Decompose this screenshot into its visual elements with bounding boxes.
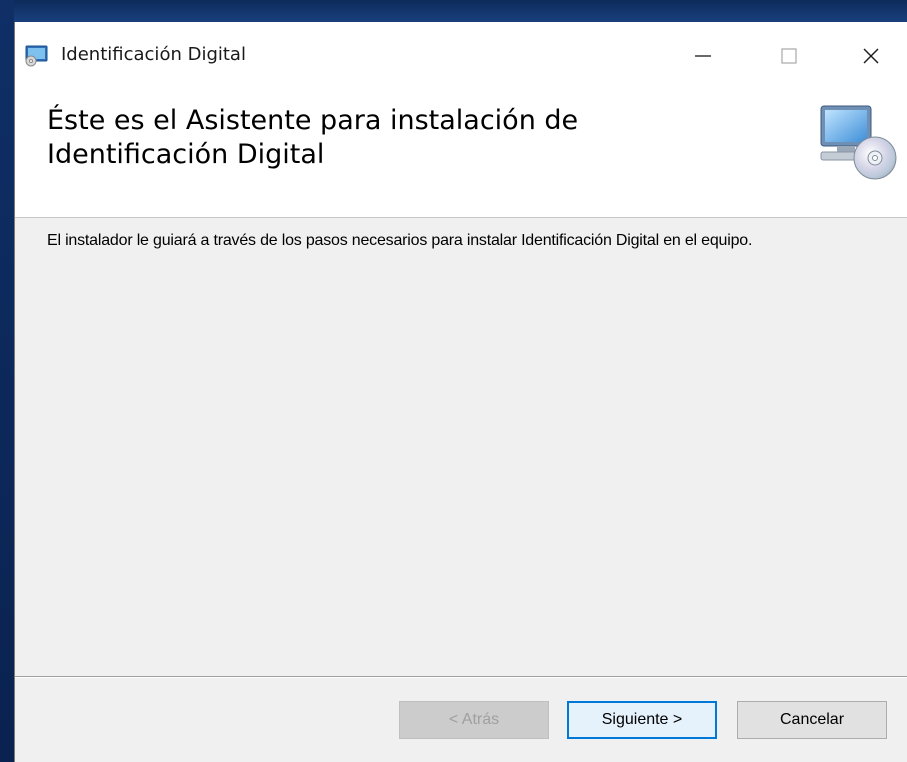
installer-app-icon	[25, 43, 49, 67]
maximize-button[interactable]	[761, 34, 817, 78]
close-icon	[863, 48, 879, 64]
cancel-button[interactable]: Cancelar	[737, 701, 887, 739]
maximize-icon	[781, 48, 797, 64]
desktop-background-left	[0, 0, 14, 762]
computer-cd-icon	[815, 100, 897, 182]
title-bar[interactable]: Identificación Digital	[15, 22, 907, 88]
wizard-title: Éste es el Asistente para instalación de…	[47, 105, 579, 170]
next-button[interactable]: Siguiente >	[567, 701, 717, 739]
window-title: Identificación Digital	[61, 44, 246, 65]
minimize-button[interactable]	[675, 34, 731, 78]
minimize-icon	[695, 55, 711, 57]
desktop-background-top	[0, 0, 907, 22]
wizard-header: Éste es el Asistente para instalación de…	[15, 88, 907, 218]
back-button[interactable]: < Atrás	[399, 701, 549, 739]
close-button[interactable]	[843, 34, 899, 78]
footer-separator	[15, 676, 907, 678]
welcome-description: El instalador le guiará a través de los …	[47, 232, 753, 249]
installer-window: Identificación Digital Éste es el Asiste…	[14, 22, 907, 762]
